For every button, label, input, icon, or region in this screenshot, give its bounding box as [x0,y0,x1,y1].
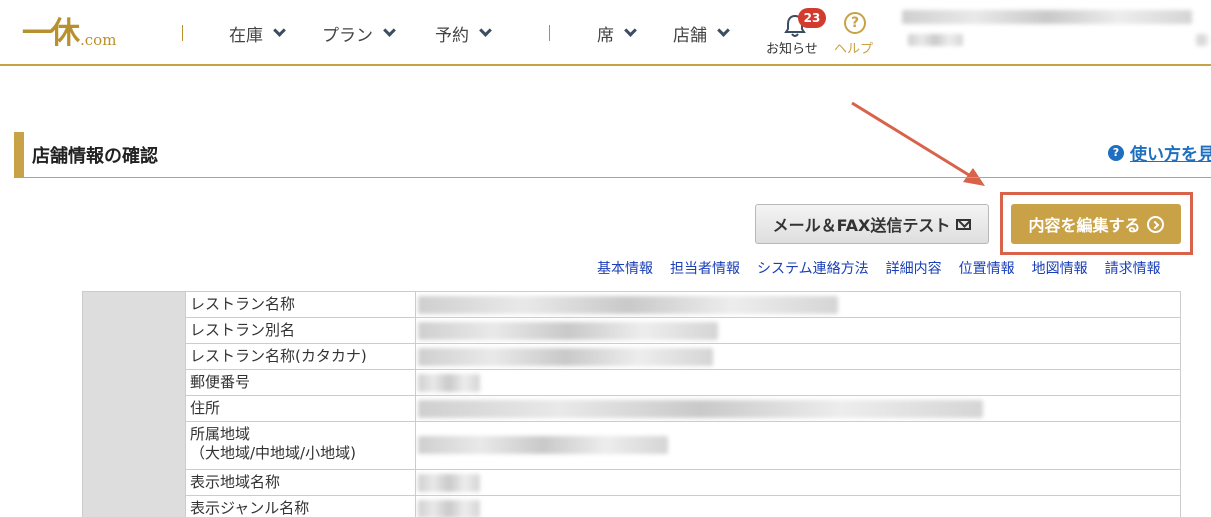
anchor-location[interactable]: 位置情報 [959,258,1015,278]
table-row: 表示地域名称 [83,469,1181,496]
table-row: 住所 [83,395,1181,422]
row-label: レストラン名称(カタカナ) [185,343,416,370]
row-label: 表示ジャンル名称 [185,495,416,517]
row-label: 所属地域 [190,425,251,443]
notifications-button[interactable]: 23 お知らせ [766,8,826,58]
howto-link-label: 使い方を見 [1130,145,1211,165]
nav-menu-seat-label: 席 [597,25,614,46]
row-label: 表示地域名称 [185,469,416,496]
logo-main-text: 一休 [22,16,80,51]
help-label: ヘルプ [834,42,874,57]
row-label: 住所 [185,395,416,422]
table-row: 所属地域 （大地域/中地域/小地域) [83,421,1181,470]
howto-link[interactable]: ? 使い方を見 [1108,140,1211,165]
help-button[interactable]: ? ヘルプ [832,8,878,58]
notifications-label: お知らせ [766,42,818,57]
row-label-multiline: 所属地域 （大地域/中地域/小地域) [185,421,416,470]
row-value-redacted [415,317,1181,344]
chevron-down-icon [717,23,730,37]
row-value-redacted [415,469,1181,496]
nav-menu-reservation-label: 予約 [435,25,469,46]
nav-menu-stock[interactable]: 在庫 [229,20,286,46]
page-title: 店舗情報の確認 [32,146,158,167]
table-row: 郵便番号 [83,369,1181,396]
nav-menu-plan[interactable]: プラン [322,20,396,46]
group-cell [82,291,186,517]
row-label: 郵便番号 [185,369,416,396]
row-value-redacted [415,343,1181,370]
question-circle-icon: ? [1108,144,1124,161]
anchor-details[interactable]: 詳細内容 [886,258,942,278]
mail-fax-test-button[interactable]: メール＆FAX送信テスト [755,204,989,244]
logo-sub-text: .com [80,31,117,49]
row-label-sub: （大地域/中地域/小地域) [190,444,356,462]
table-row: 表示ジャンル名称 [83,495,1181,517]
nav-menu-plan-label: プラン [322,25,373,46]
chevron-right-circle-icon [1146,215,1164,233]
nav-menu-store[interactable]: 店舗 [673,20,730,46]
section-title-bar: 店舗情報の確認 [14,132,1211,178]
account-info-redacted [1196,34,1208,46]
nav-menu-reservation[interactable]: 予約 [435,20,492,46]
nav-menu-stock-label: 在庫 [229,25,263,46]
row-value-redacted [415,291,1181,318]
chevron-down-icon [383,23,396,37]
account-info-redacted [908,34,963,46]
row-label: レストラン別名 [185,317,416,344]
row-value-redacted [415,395,1181,422]
table-row: レストラン名称 [82,291,1181,517]
anchor-contact-person[interactable]: 担当者情報 [670,258,740,278]
nav-menu-seat[interactable]: 席 [597,20,637,46]
anchor-basic-info[interactable]: 基本情報 [597,258,653,278]
row-value-redacted [415,421,1181,470]
table-row: レストラン別名 [83,317,1181,344]
anchor-map[interactable]: 地図情報 [1032,258,1088,278]
chevron-down-icon [273,23,286,37]
nav-divider [182,25,183,41]
table-row: レストラン名称(カタカナ) [83,343,1181,370]
envelope-icon [956,218,972,230]
edit-content-label: 内容を編集する [1028,216,1141,235]
row-value-redacted [415,495,1181,517]
edit-content-button[interactable]: 内容を編集する [1011,204,1181,244]
anchor-system-contact[interactable]: システム連絡方法 [757,258,869,278]
ikyu-logo[interactable]: 一休 .com [22,14,116,50]
top-header: 一休 .com 在庫 プラン 予約 席 店舗 23 お知らせ ? ヘルプ [0,0,1211,66]
mail-fax-test-label: メール＆FAX送信テスト [772,216,951,235]
title-accent [14,132,24,178]
chevron-down-icon [624,23,637,37]
help-question-icon: ? [844,12,866,34]
row-value-redacted [415,369,1181,396]
store-info-table: レストラン名称 レストラン別名 レストラン名称(カタカナ) 郵便番号 住所 所属… [82,291,1181,517]
nav-divider [549,25,550,41]
nav-menu-store-label: 店舗 [673,25,707,46]
account-info-redacted [902,10,1192,24]
chevron-down-icon [479,23,492,37]
anchor-billing[interactable]: 請求情報 [1105,258,1161,278]
notification-count-badge: 23 [798,8,826,28]
section-anchor-links: 基本情報 担当者情報 システム連絡方法 詳細内容 位置情報 地図情報 請求情報 [597,258,1178,278]
row-label: レストラン名称 [185,291,416,318]
